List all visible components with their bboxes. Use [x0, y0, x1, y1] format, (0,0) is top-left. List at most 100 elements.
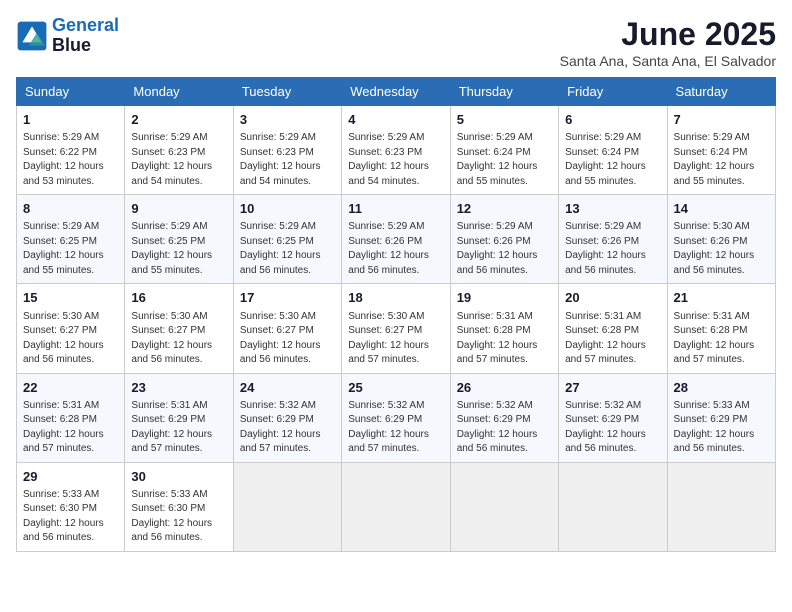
day-info: Sunrise: 5:29 AMSunset: 6:25 PMDaylight:… [131, 220, 226, 278]
title-area: June 2025 Santa Ana, Santa Ana, El Salva… [560, 16, 776, 69]
month-title: June 2025 [560, 16, 776, 53]
calendar-week-4: 22 Sunrise: 5:31 AMSunset: 6:28 PMDaylig… [17, 373, 776, 462]
day-info: Sunrise: 5:30 AMSunset: 6:26 PMDaylight:… [674, 220, 769, 278]
day-info: Sunrise: 5:32 AMSunset: 6:29 PMDaylight:… [565, 399, 660, 457]
header-wednesday: Wednesday [342, 78, 450, 106]
day-number: 19 [457, 289, 552, 307]
day-number: 30 [131, 468, 226, 486]
header-saturday: Saturday [667, 78, 775, 106]
day-info: Sunrise: 5:30 AMSunset: 6:27 PMDaylight:… [131, 310, 226, 368]
calendar-day: 26 Sunrise: 5:32 AMSunset: 6:29 PMDaylig… [450, 373, 558, 462]
calendar-day: 8 Sunrise: 5:29 AMSunset: 6:25 PMDayligh… [17, 195, 125, 284]
day-number: 6 [565, 111, 660, 129]
calendar-day: 13 Sunrise: 5:29 AMSunset: 6:26 PMDaylig… [559, 195, 667, 284]
day-info: Sunrise: 5:29 AMSunset: 6:23 PMDaylight:… [240, 131, 335, 189]
day-number: 2 [131, 111, 226, 129]
calendar-day: 30 Sunrise: 5:33 AMSunset: 6:30 PMDaylig… [125, 462, 233, 551]
day-number: 17 [240, 289, 335, 307]
day-info: Sunrise: 5:32 AMSunset: 6:29 PMDaylight:… [240, 399, 335, 457]
day-number: 24 [240, 379, 335, 397]
header-monday: Monday [125, 78, 233, 106]
day-number: 18 [348, 289, 443, 307]
day-number: 28 [674, 379, 769, 397]
calendar-day: 10 Sunrise: 5:29 AMSunset: 6:25 PMDaylig… [233, 195, 341, 284]
logo-text: General Blue [52, 16, 119, 56]
logo-line1: General [52, 15, 119, 35]
header: General Blue June 2025 Santa Ana, Santa … [16, 16, 776, 69]
day-number: 13 [565, 200, 660, 218]
calendar-week-1: 1 Sunrise: 5:29 AMSunset: 6:22 PMDayligh… [17, 106, 776, 195]
calendar-day [559, 462, 667, 551]
day-info: Sunrise: 5:29 AMSunset: 6:23 PMDaylight:… [348, 131, 443, 189]
calendar-week-3: 15 Sunrise: 5:30 AMSunset: 6:27 PMDaylig… [17, 284, 776, 373]
day-number: 11 [348, 200, 443, 218]
day-number: 4 [348, 111, 443, 129]
day-info: Sunrise: 5:31 AMSunset: 6:28 PMDaylight:… [565, 310, 660, 368]
calendar-day: 6 Sunrise: 5:29 AMSunset: 6:24 PMDayligh… [559, 106, 667, 195]
day-info: Sunrise: 5:32 AMSunset: 6:29 PMDaylight:… [348, 399, 443, 457]
day-info: Sunrise: 5:33 AMSunset: 6:30 PMDaylight:… [23, 488, 118, 546]
day-number: 25 [348, 379, 443, 397]
calendar-week-5: 29 Sunrise: 5:33 AMSunset: 6:30 PMDaylig… [17, 462, 776, 551]
calendar-day: 17 Sunrise: 5:30 AMSunset: 6:27 PMDaylig… [233, 284, 341, 373]
calendar-day [233, 462, 341, 551]
logo-line2: Blue [52, 36, 119, 56]
calendar-week-2: 8 Sunrise: 5:29 AMSunset: 6:25 PMDayligh… [17, 195, 776, 284]
calendar-header-row: SundayMondayTuesdayWednesdayThursdayFrid… [17, 78, 776, 106]
day-info: Sunrise: 5:29 AMSunset: 6:24 PMDaylight:… [674, 131, 769, 189]
calendar-day: 16 Sunrise: 5:30 AMSunset: 6:27 PMDaylig… [125, 284, 233, 373]
day-info: Sunrise: 5:31 AMSunset: 6:29 PMDaylight:… [131, 399, 226, 457]
calendar-day: 19 Sunrise: 5:31 AMSunset: 6:28 PMDaylig… [450, 284, 558, 373]
calendar-day: 22 Sunrise: 5:31 AMSunset: 6:28 PMDaylig… [17, 373, 125, 462]
calendar-day: 27 Sunrise: 5:32 AMSunset: 6:29 PMDaylig… [559, 373, 667, 462]
day-info: Sunrise: 5:31 AMSunset: 6:28 PMDaylight:… [23, 399, 118, 457]
day-number: 22 [23, 379, 118, 397]
day-info: Sunrise: 5:29 AMSunset: 6:24 PMDaylight:… [457, 131, 552, 189]
day-number: 29 [23, 468, 118, 486]
day-info: Sunrise: 5:33 AMSunset: 6:30 PMDaylight:… [131, 488, 226, 546]
calendar-day: 24 Sunrise: 5:32 AMSunset: 6:29 PMDaylig… [233, 373, 341, 462]
day-info: Sunrise: 5:30 AMSunset: 6:27 PMDaylight:… [348, 310, 443, 368]
calendar-day: 21 Sunrise: 5:31 AMSunset: 6:28 PMDaylig… [667, 284, 775, 373]
day-info: Sunrise: 5:29 AMSunset: 6:25 PMDaylight:… [23, 220, 118, 278]
calendar-day: 4 Sunrise: 5:29 AMSunset: 6:23 PMDayligh… [342, 106, 450, 195]
day-info: Sunrise: 5:32 AMSunset: 6:29 PMDaylight:… [457, 399, 552, 457]
day-number: 15 [23, 289, 118, 307]
location-title: Santa Ana, Santa Ana, El Salvador [560, 53, 776, 69]
calendar-day: 7 Sunrise: 5:29 AMSunset: 6:24 PMDayligh… [667, 106, 775, 195]
day-number: 20 [565, 289, 660, 307]
day-number: 9 [131, 200, 226, 218]
day-number: 7 [674, 111, 769, 129]
calendar-day [450, 462, 558, 551]
logo: General Blue [16, 16, 119, 56]
header-friday: Friday [559, 78, 667, 106]
calendar-table: SundayMondayTuesdayWednesdayThursdayFrid… [16, 77, 776, 552]
calendar-day: 2 Sunrise: 5:29 AMSunset: 6:23 PMDayligh… [125, 106, 233, 195]
day-info: Sunrise: 5:29 AMSunset: 6:23 PMDaylight:… [131, 131, 226, 189]
day-number: 26 [457, 379, 552, 397]
calendar-day: 28 Sunrise: 5:33 AMSunset: 6:29 PMDaylig… [667, 373, 775, 462]
day-number: 14 [674, 200, 769, 218]
calendar-day: 5 Sunrise: 5:29 AMSunset: 6:24 PMDayligh… [450, 106, 558, 195]
day-number: 3 [240, 111, 335, 129]
day-number: 10 [240, 200, 335, 218]
header-thursday: Thursday [450, 78, 558, 106]
calendar-day: 11 Sunrise: 5:29 AMSunset: 6:26 PMDaylig… [342, 195, 450, 284]
day-number: 5 [457, 111, 552, 129]
calendar-day: 15 Sunrise: 5:30 AMSunset: 6:27 PMDaylig… [17, 284, 125, 373]
calendar-day: 25 Sunrise: 5:32 AMSunset: 6:29 PMDaylig… [342, 373, 450, 462]
calendar-day: 1 Sunrise: 5:29 AMSunset: 6:22 PMDayligh… [17, 106, 125, 195]
day-number: 16 [131, 289, 226, 307]
header-tuesday: Tuesday [233, 78, 341, 106]
day-number: 12 [457, 200, 552, 218]
day-number: 8 [23, 200, 118, 218]
day-number: 27 [565, 379, 660, 397]
calendar-day: 20 Sunrise: 5:31 AMSunset: 6:28 PMDaylig… [559, 284, 667, 373]
calendar-day: 29 Sunrise: 5:33 AMSunset: 6:30 PMDaylig… [17, 462, 125, 551]
day-info: Sunrise: 5:29 AMSunset: 6:26 PMDaylight:… [565, 220, 660, 278]
day-info: Sunrise: 5:29 AMSunset: 6:22 PMDaylight:… [23, 131, 118, 189]
calendar-day: 23 Sunrise: 5:31 AMSunset: 6:29 PMDaylig… [125, 373, 233, 462]
calendar-day: 3 Sunrise: 5:29 AMSunset: 6:23 PMDayligh… [233, 106, 341, 195]
day-number: 1 [23, 111, 118, 129]
calendar-day: 14 Sunrise: 5:30 AMSunset: 6:26 PMDaylig… [667, 195, 775, 284]
